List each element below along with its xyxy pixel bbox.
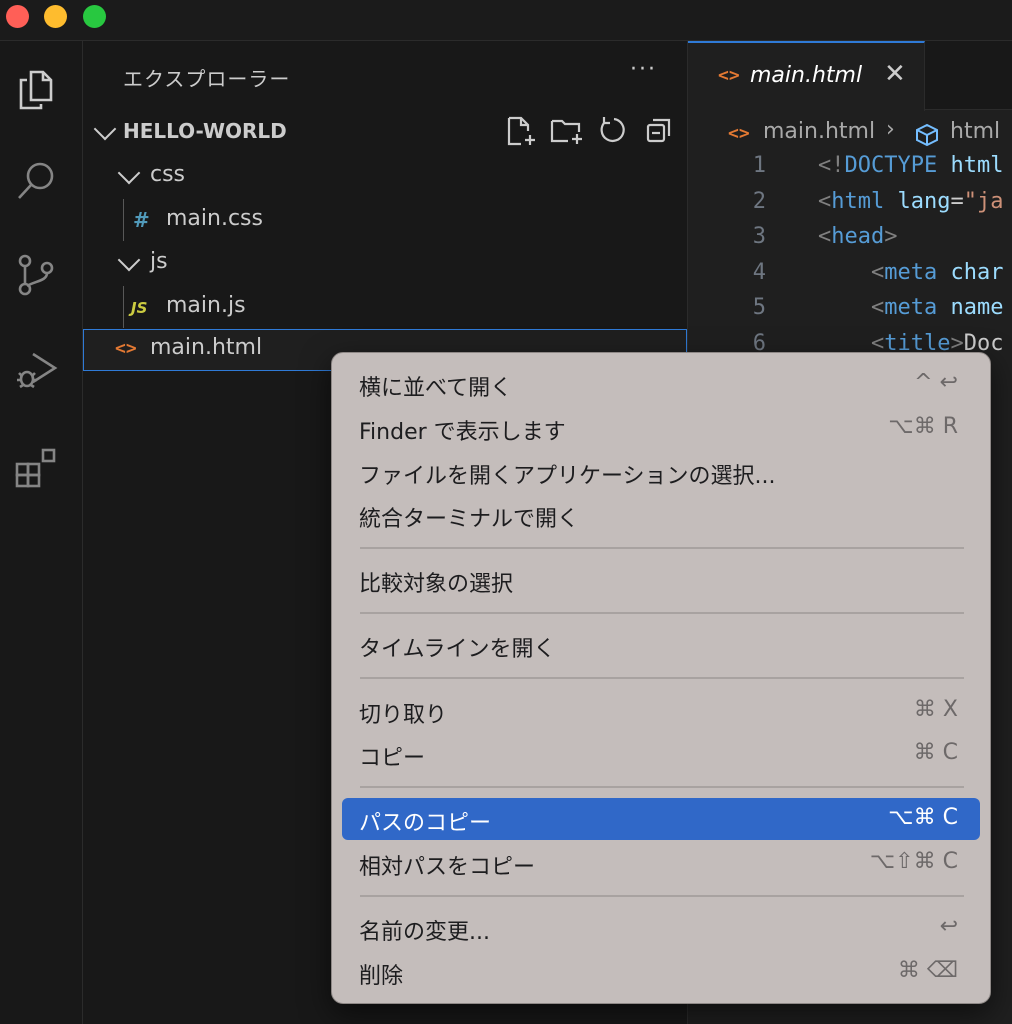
more-actions-icon[interactable]: ··· <box>630 57 657 82</box>
run-debug-icon[interactable] <box>8 341 64 397</box>
search-icon[interactable] <box>8 153 64 209</box>
menu-item[interactable]: パスのコピー ⌥⌘ C <box>342 798 980 840</box>
line-number: 4 <box>752 259 766 285</box>
explorer-title: エクスプローラー <box>123 67 291 91</box>
menu-item[interactable]: 切り取り ⌘ X <box>342 690 980 732</box>
code-line[interactable]: 3 <head> <box>688 224 1012 260</box>
html-file-icon: <> <box>728 123 750 144</box>
menu-item[interactable]: Finder で表示します ⌥⌘ R <box>342 407 980 449</box>
menu-item-shortcut: ⌘ ⌫ <box>897 958 958 983</box>
menu-item[interactable]: ファイルを開くアプリケーションの選択... <box>342 451 980 493</box>
menu-separator <box>360 612 964 614</box>
tree-file-main-js[interactable]: JS main.js <box>83 287 687 327</box>
menu-item[interactable]: 相対パスをコピー ⌥⇧⌘ C <box>342 842 980 884</box>
close-window-button[interactable] <box>6 5 29 28</box>
new-file-icon[interactable] <box>503 115 539 147</box>
menu-item-shortcut: ⌥⇧⌘ C <box>869 849 958 874</box>
workspace-folder-name: HELLO-WORLD <box>123 119 287 143</box>
extensions-icon[interactable] <box>8 439 64 495</box>
tree-item-label: css <box>150 162 186 187</box>
menu-item-label: 統合ターミナルで開く <box>359 507 580 532</box>
code-line[interactable]: 5 <meta name <box>688 295 1012 331</box>
breadcrumb: <> main.html › html <box>688 113 1012 153</box>
menu-separator <box>360 547 964 549</box>
tree-file-main-css[interactable]: # main.css <box>83 200 687 240</box>
chevron-down-icon <box>117 248 141 272</box>
line-number: 5 <box>752 295 766 320</box>
menu-separator <box>360 677 964 679</box>
context-menu: 横に並べて開く ^ ↩ Finder で表示します ⌥⌘ R ファイルを開くアプリケーシ… <box>331 352 991 1004</box>
menu-item-label: ファイルを開くアプリケーションの選択... <box>359 464 776 489</box>
menu-item-label: 比較対象の選択 <box>359 572 514 597</box>
tree-item-label: main.js <box>166 293 246 318</box>
zoom-window-button[interactable] <box>83 5 106 28</box>
tab-main-html[interactable]: <> main.html ✕ <box>688 41 925 111</box>
menu-item-shortcut: ⌥⌘ R <box>888 414 958 439</box>
symbol-cube-icon <box>916 123 938 147</box>
menu-item[interactable]: コピー ⌘ C <box>342 733 980 775</box>
menu-item[interactable]: 統合ターミナルで開く <box>342 494 980 536</box>
menu-item[interactable]: 比較対象の選択 <box>342 559 980 601</box>
menu-item-label: パスのコピー <box>359 811 492 836</box>
tree-item-label: main.css <box>166 206 263 231</box>
menu-item-shortcut: ⌥⌘ C <box>888 805 958 830</box>
line-number: 1 <box>752 153 766 178</box>
activity-bar <box>0 41 83 1024</box>
title-bar <box>0 0 1012 41</box>
menu-item-shortcut: ⌘ X <box>913 697 958 722</box>
tree-folder-css[interactable]: css <box>83 156 687 196</box>
tab-strip: <> main.html ✕ <box>688 41 1012 111</box>
menu-item-label: コピー <box>359 746 426 771</box>
tree-item-label: main.html <box>150 335 263 360</box>
line-number: 2 <box>752 188 766 214</box>
menu-item-label: タイムラインを開く <box>359 637 556 662</box>
code-text: <head> <box>818 224 898 249</box>
js-file-icon: JS <box>131 299 148 317</box>
code-line[interactable]: 2 <html lang="ja <box>688 189 1012 225</box>
files-icon[interactable] <box>8 63 64 119</box>
html-file-icon: <> <box>718 65 740 86</box>
folder-actions <box>503 115 677 147</box>
code-text: <html lang="ja <box>818 188 1004 214</box>
close-icon[interactable]: ✕ <box>884 59 906 89</box>
menu-item[interactable]: 削除 ⌘ ⌫ <box>342 951 980 993</box>
menu-item[interactable]: 名前の変更... ↩ <box>342 907 980 949</box>
code-text: <!DOCTYPE html <box>818 153 1004 178</box>
tab-label: main.html <box>750 63 863 88</box>
menu-item-shortcut: ^ ↩ <box>914 370 958 395</box>
new-folder-icon[interactable] <box>549 115 585 147</box>
menu-item-label: Finder で表示します <box>359 420 566 445</box>
html-file-icon: <> <box>115 338 137 359</box>
chevron-down-icon <box>117 161 141 185</box>
breadcrumb-symbol[interactable]: html <box>950 119 1000 144</box>
menu-item-shortcut: ↩ <box>939 914 958 939</box>
menu-item-label: 相対パスをコピー <box>359 855 536 880</box>
tree-item-label: js <box>150 249 168 274</box>
chevron-right-icon: › <box>886 117 895 142</box>
menu-item-label: 横に並べて開く <box>359 376 513 401</box>
refresh-icon[interactable] <box>595 115 631 147</box>
minimize-window-button[interactable] <box>44 5 67 28</box>
menu-item[interactable]: タイムラインを開く <box>342 624 980 666</box>
menu-item-label: 名前の変更... <box>359 920 490 945</box>
breadcrumb-file[interactable]: main.html <box>763 119 875 144</box>
source-control-icon[interactable] <box>8 247 64 303</box>
menu-item[interactable]: 横に並べて開く ^ ↩ <box>342 363 980 405</box>
code-line[interactable]: 4 <meta char <box>688 260 1012 296</box>
chevron-down-icon <box>93 117 117 141</box>
menu-item-label: 削除 <box>359 964 404 989</box>
css-file-icon: # <box>133 208 150 232</box>
menu-item-label: 切り取り <box>359 703 448 728</box>
code-text: <meta name <box>870 295 1004 320</box>
menu-item-shortcut: ⌘ C <box>913 740 958 765</box>
tree-folder-js[interactable]: js <box>83 243 687 283</box>
menu-separator <box>360 786 964 788</box>
code-text: <meta char <box>870 259 1004 285</box>
code-line[interactable]: 1 <!DOCTYPE html <box>688 153 1012 189</box>
collapse-all-icon[interactable] <box>641 115 677 147</box>
menu-separator <box>360 895 964 897</box>
workspace-folder-header[interactable]: HELLO-WORLD <box>83 111 687 151</box>
line-number: 3 <box>752 224 766 249</box>
